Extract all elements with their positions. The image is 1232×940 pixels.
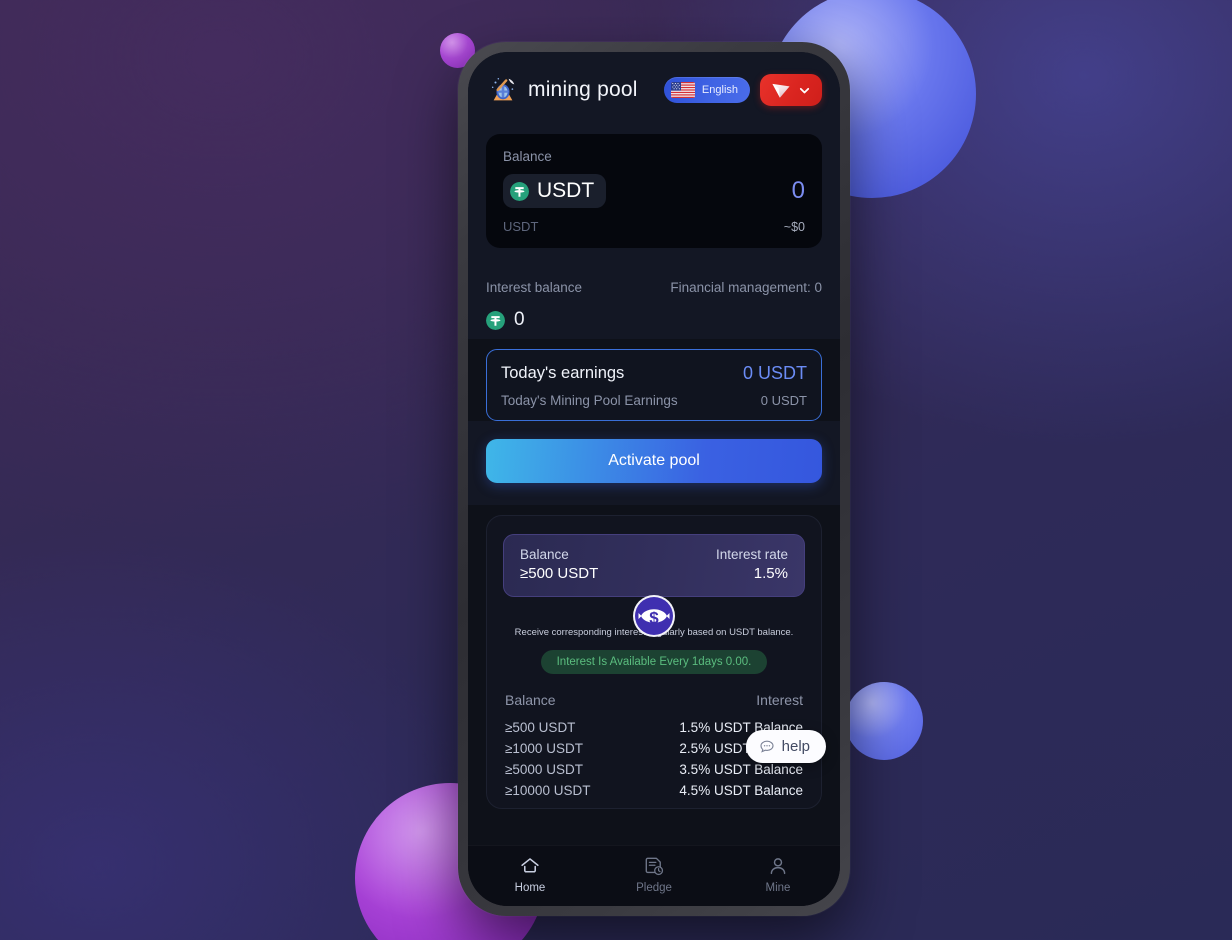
help-button[interactable]: help [745,730,826,763]
nav-label-pledge: Pledge [636,882,672,894]
bottom-navigation: Home Pledge Mine [468,845,840,906]
balance-currency-label: USDT [503,219,539,234]
app-title: mining pool [528,78,638,101]
interest-balance-label: Interest balance [486,280,583,295]
home-icon [521,858,539,873]
dollar-coin-icon: $ [633,595,675,637]
nav-label-mine: Mine [765,882,791,894]
language-selector[interactable]: English [663,77,750,103]
nav-label-home: Home [514,882,546,894]
app-header: mining pool English [468,52,840,120]
interest-balance-value: 0 [514,309,525,330]
banner-rate-value: 1.5% [753,565,788,582]
table-header-balance: Balance [505,692,556,708]
phone-frame: mining pool English Balance USDT 0 USDT … [458,42,850,916]
banner-balance-column: Balance ≥500 USDT [520,547,598,582]
earnings-amount: 0 USDT [742,363,807,383]
banner-rate-head: Interest rate [715,547,788,562]
balance-usd-value: ~$0 [783,219,805,234]
nav-item-home[interactable]: Home [468,855,592,894]
decorative-sphere-blue-small [845,682,923,760]
svg-text:$: $ [649,609,659,628]
earnings-sub-value: 0 USDT [760,393,807,408]
earnings-top-row: Today's earnings 0 USDT [501,363,807,384]
usdt-token-icon [510,181,529,201]
earnings-sub-label: Today's Mining Pool Earnings [501,393,678,408]
todays-earnings-card[interactable]: Today's earnings 0 USDT Today's Mining P… [486,349,822,421]
balance-sub-row: USDT ~$0 [503,219,805,234]
balance-card: Balance USDT 0 USDT ~$0 [486,134,822,248]
banner-balance-head: Balance [520,547,569,562]
interest-availability-badge: Interest Is Available Every 1days 0.00. [540,650,768,674]
row-balance: ≥10000 USDT [505,783,591,798]
banner-balance-value: ≥500 USDT [520,565,599,582]
table-row: ≥5000 USDT 3.5% USDT Balance [503,762,805,783]
balance-amount: 0 [791,177,805,204]
token-symbol: USDT [537,179,595,202]
interest-rate-banner: Balance ≥500 USDT Interest rate 1.5% [503,534,805,597]
token-selector-chip[interactable]: USDT [503,174,607,208]
row-balance: ≥5000 USDT [505,762,583,777]
usdt-token-icon [486,310,505,330]
mining-pickaxe-icon [491,78,515,101]
wallet-connect-button[interactable] [760,74,822,106]
balance-label: Balance [503,149,552,164]
financial-management-label: Financial management: 0 [670,280,822,295]
table-header-row: Balance Interest [503,692,805,720]
activate-pool-button[interactable]: Activate pool [486,439,822,483]
balance-row: USDT 0 [503,174,805,208]
chevron-down-icon [799,87,810,93]
person-icon [770,858,786,875]
document-clock-icon [645,857,664,876]
phone-screen: mining pool English Balance USDT 0 USDT … [468,52,840,906]
tron-logo-icon [772,83,790,98]
row-balance: ≥1000 USDT [505,741,583,756]
nav-item-pledge[interactable]: Pledge [592,855,716,894]
help-label: help [781,738,810,755]
earnings-title: Today's earnings [501,364,625,382]
interest-badge-wrapper: Interest Is Available Every 1days 0.00. [503,650,805,674]
interest-rate-section: Balance ≥500 USDT Interest rate 1.5% $ R… [486,515,822,809]
chat-bubble-icon [760,740,774,753]
banner-rate-column: Interest rate 1.5% [716,547,788,582]
language-label: English [701,84,738,96]
table-row: ≥10000 USDT 4.5% USDT Balance [503,783,805,804]
table-header-interest: Interest [756,692,803,708]
screen-body: Balance USDT 0 USDT ~$0 Interest balance… [468,120,840,845]
activate-pool-wrapper: Activate pool [468,421,840,505]
row-interest: 4.5% USDT Balance [679,783,803,798]
interest-value-row: 0 [486,309,822,331]
earnings-bottom-row: Today's Mining Pool Earnings 0 USDT [501,393,807,408]
balance-panel: Balance USDT 0 USDT ~$0 [468,120,840,264]
row-balance: ≥500 USDT [505,720,576,735]
us-flag-icon [670,82,695,98]
interest-balance-panel: Interest balance Financial management: 0… [468,264,840,339]
row-interest: 3.5% USDT Balance [679,762,803,777]
interest-top-row: Interest balance Financial management: 0 [486,280,822,295]
nav-item-mine[interactable]: Mine [716,855,840,894]
